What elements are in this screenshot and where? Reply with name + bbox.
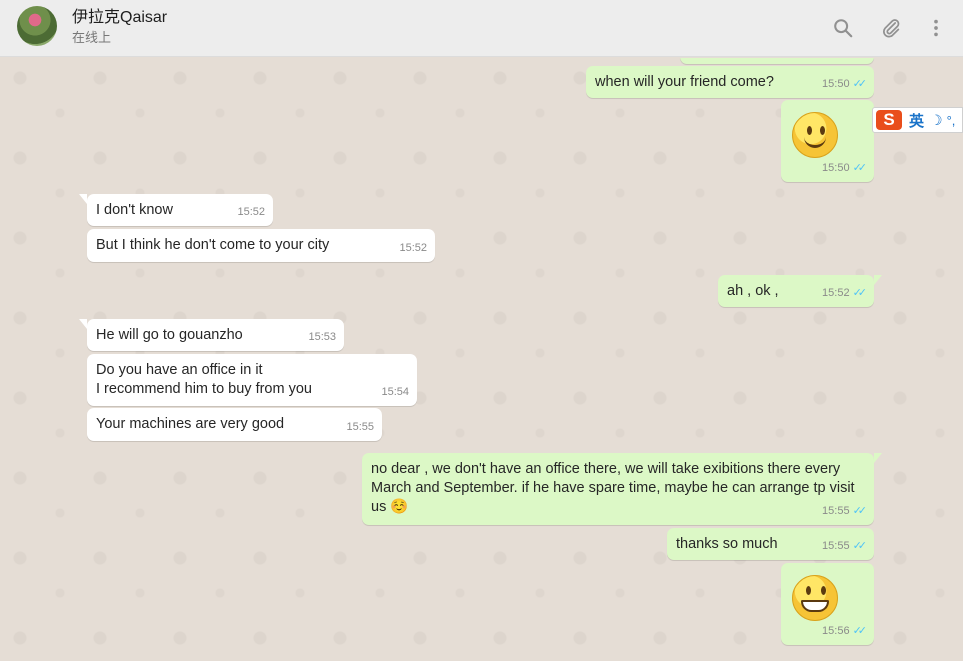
read-ticks-icon: ✓✓ <box>852 540 868 552</box>
moon-icon[interactable]: ☽ <box>930 112 943 129</box>
message-text-line: no dear , we don't have an office there,… <box>371 461 841 477</box>
message-text-line: I recommend him to buy from you <box>96 381 312 397</box>
message-time: 15:52 ✓✓ <box>822 284 868 303</box>
message-bubble-incoming[interactable]: Do you have an office in it I recommend … <box>87 354 417 406</box>
read-ticks-icon: ✓✓ <box>852 162 868 174</box>
message-time: 15:55 ✓✓ <box>822 502 868 521</box>
message-text: He will go to gouanzho <box>96 327 243 343</box>
message-list[interactable]: when will your friend come? 15:50 ✓✓ 15:5… <box>0 58 963 661</box>
message-bubble-incoming[interactable]: He will go to gouanzho 15:53 <box>79 319 344 351</box>
read-ticks-icon: ✓✓ <box>852 287 868 299</box>
message-bubble-incoming[interactable]: But I think he don't come to your city 1… <box>87 229 435 262</box>
ime-language-label[interactable]: 英 <box>909 110 924 131</box>
menu-icon[interactable] <box>930 17 942 39</box>
message-text: when will your friend come? <box>595 74 774 90</box>
message-time: 15:53 <box>308 331 336 343</box>
message-text-line: us ☺️ <box>371 499 409 515</box>
message-bubble-outgoing[interactable]: ah , ok , 15:52 ✓✓ <box>718 275 882 307</box>
message-bubble-outgoing-emoji[interactable]: 15:50 ✓✓ <box>781 100 874 182</box>
message-bubble-cut <box>680 58 874 64</box>
message-text: Your machines are very good <box>96 416 285 432</box>
message-time: 15:55 ✓✓ <box>822 537 868 556</box>
punctuation-icon[interactable]: °, <box>947 113 956 128</box>
ime-logo-icon: S <box>876 110 902 130</box>
message-bubble-incoming[interactable]: I don't know 15:52 <box>79 194 273 226</box>
slight-smile-emoji-icon <box>792 112 838 158</box>
message-text: ah , ok , <box>727 283 779 299</box>
message-time: 15:56 ✓✓ <box>822 622 868 641</box>
read-ticks-icon: ✓✓ <box>852 78 868 90</box>
grin-emoji-icon <box>792 575 838 621</box>
message-bubble-outgoing[interactable]: thanks so much 15:55 ✓✓ <box>667 528 874 560</box>
message-text-line: March and September. if he have spare ti… <box>371 480 855 496</box>
message-time: 15:50 ✓✓ <box>822 159 868 178</box>
message-bubble-outgoing[interactable]: when will your friend come? 15:50 ✓✓ <box>586 66 874 98</box>
contact-name: 伊拉克Qaisar <box>72 9 168 26</box>
message-time: 15:52 <box>237 206 265 218</box>
contact-avatar[interactable] <box>17 6 57 46</box>
message-bubble-outgoing-emoji[interactable]: 15:56 ✓✓ <box>781 563 874 645</box>
ime-toolbar[interactable]: S 英 ☽ °, <box>872 107 963 133</box>
contact-info[interactable]: 伊拉克Qaisar 在线上 <box>72 8 167 47</box>
chat-header: 伊拉克Qaisar 在线上 <box>0 0 963 57</box>
message-bubble-outgoing[interactable]: no dear , we don't have an office there,… <box>362 453 882 525</box>
attach-icon[interactable] <box>880 17 902 39</box>
message-text: I don't know <box>96 202 173 218</box>
message-bubble-incoming[interactable]: Your machines are very good 15:55 <box>87 408 382 441</box>
message-text: thanks so much <box>676 536 778 552</box>
message-text: But I think he don't come to your city <box>96 237 330 253</box>
message-time: 15:50 ✓✓ <box>822 75 868 94</box>
message-time: 15:54 <box>381 386 409 398</box>
message-time: 15:52 <box>399 242 427 254</box>
message-time: 15:55 <box>346 421 374 433</box>
read-ticks-icon: ✓✓ <box>852 505 868 517</box>
message-text-line: Do you have an office in it <box>96 362 263 378</box>
search-icon[interactable] <box>832 17 854 39</box>
contact-status: 在线上 <box>72 30 112 45</box>
read-ticks-icon: ✓✓ <box>852 625 868 637</box>
